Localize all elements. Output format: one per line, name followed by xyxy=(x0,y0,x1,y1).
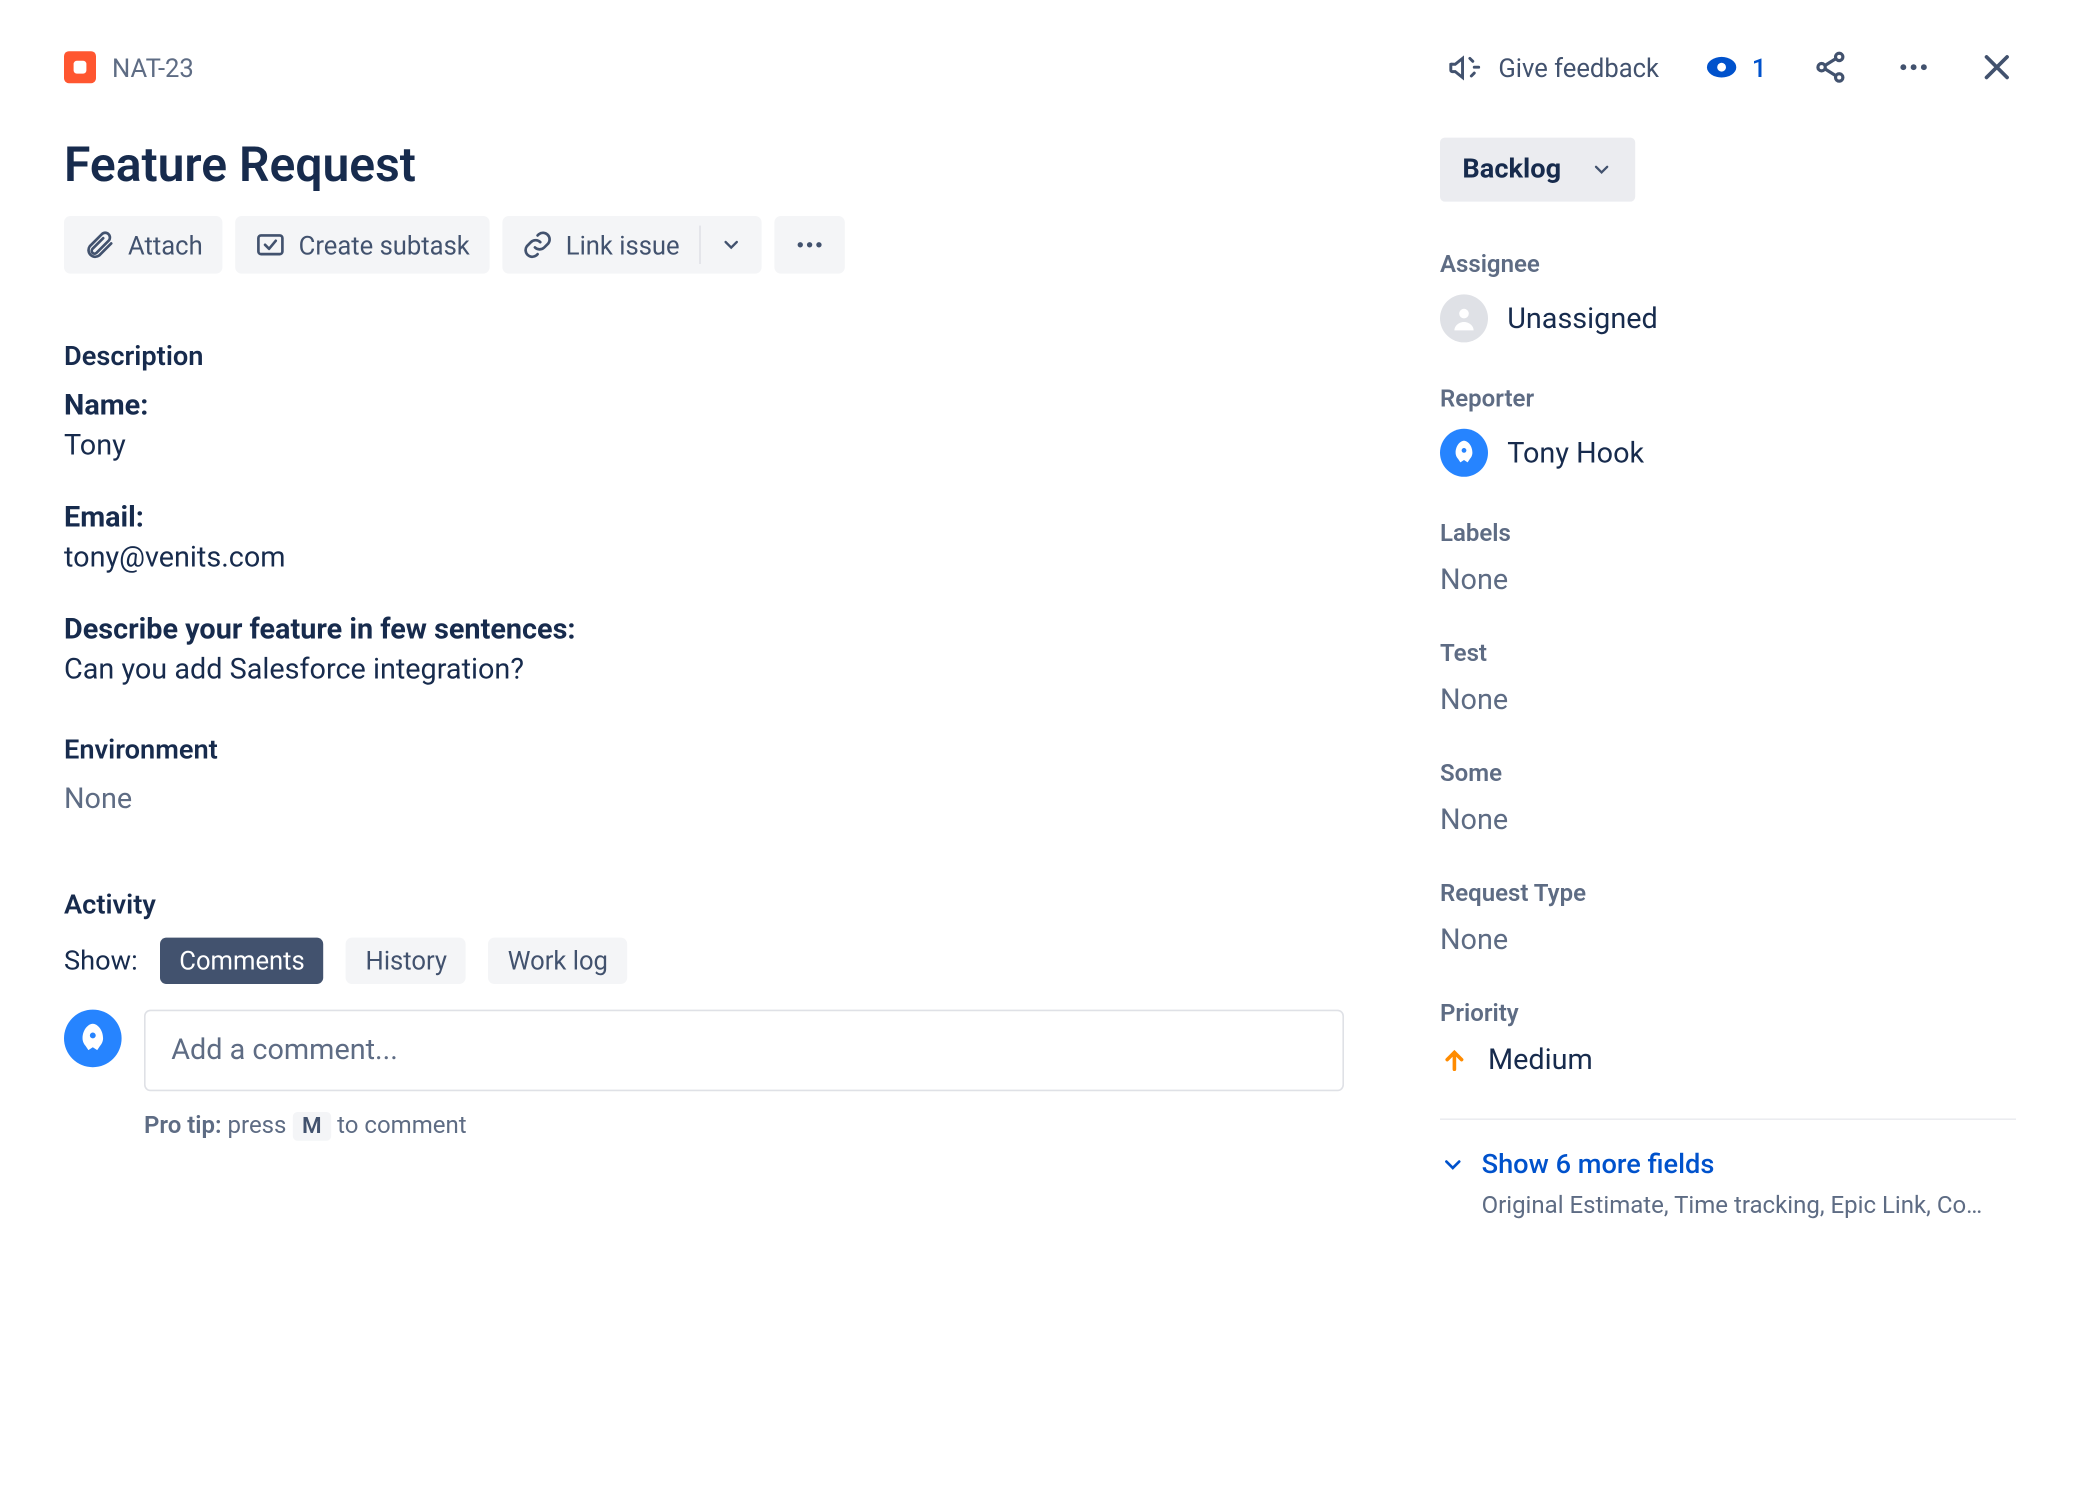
issue-type-icon xyxy=(64,51,96,83)
request-type-label: Request Type xyxy=(1440,878,2016,907)
dots-icon xyxy=(1896,50,1931,85)
reporter-avatar xyxy=(1440,429,1488,477)
labels-label: Labels xyxy=(1440,518,2016,547)
subtask-icon xyxy=(254,229,286,261)
some-value[interactable]: None xyxy=(1440,803,2016,837)
environment-value[interactable]: None xyxy=(64,782,1344,816)
more-actions-button[interactable] xyxy=(1894,48,1932,86)
feature-label: Describe your feature in few sentences: xyxy=(64,613,1344,647)
tab-worklog[interactable]: Work log xyxy=(489,938,628,984)
assignee-field[interactable]: Unassigned xyxy=(1440,294,2016,342)
test-value[interactable]: None xyxy=(1440,683,2016,717)
person-icon xyxy=(1450,304,1479,333)
create-subtask-label: Create subtask xyxy=(299,230,470,260)
chevron-down-icon xyxy=(1440,1152,1466,1178)
link-issue-button[interactable]: Link issue xyxy=(502,216,699,274)
share-button[interactable] xyxy=(1811,48,1849,86)
environment-heading: Environment xyxy=(64,734,1344,766)
more-fields-detail: Original Estimate, Time tracking, Epic L… xyxy=(1482,1190,2016,1219)
dots-icon xyxy=(793,229,825,261)
priority-value: Medium xyxy=(1488,1043,1593,1077)
unassigned-avatar xyxy=(1440,294,1488,342)
assignee-value: Unassigned xyxy=(1507,302,1658,336)
comment-input[interactable]: Add a comment... xyxy=(144,1010,1344,1092)
show-more-fields-label: Show 6 more fields xyxy=(1482,1149,1715,1181)
eye-icon xyxy=(1704,50,1739,85)
header-row: NAT-23 Give feedback 1 xyxy=(64,48,2016,86)
issue-title[interactable]: Feature Request xyxy=(64,138,1344,194)
some-label: Some xyxy=(1440,758,2016,787)
rocket-icon xyxy=(1450,438,1479,467)
email-label: Email: xyxy=(64,501,1344,535)
chevron-down-icon xyxy=(720,234,742,256)
give-feedback-label: Give feedback xyxy=(1498,52,1659,82)
link-issue-label: Link issue xyxy=(566,230,680,260)
labels-value[interactable]: None xyxy=(1440,563,2016,597)
link-icon xyxy=(521,229,553,261)
status-label: Backlog xyxy=(1462,154,1561,186)
name-label: Name: xyxy=(64,389,1344,423)
reporter-field[interactable]: Tony Hook xyxy=(1440,429,2016,477)
priority-label: Priority xyxy=(1440,998,2016,1027)
create-subtask-button[interactable]: Create subtask xyxy=(235,216,489,274)
toolbar: Attach Create subtask Link issue xyxy=(64,216,1344,274)
assignee-label: Assignee xyxy=(1440,250,2016,279)
rocket-icon xyxy=(75,1021,110,1056)
protip-suffix: to comment xyxy=(331,1110,466,1139)
test-label: Test xyxy=(1440,638,2016,667)
protip-press: press xyxy=(222,1110,293,1139)
close-icon xyxy=(1979,50,2014,85)
protip: Pro tip: press M to comment xyxy=(144,1110,1344,1139)
tab-comments[interactable]: Comments xyxy=(160,938,324,984)
share-icon xyxy=(1813,50,1848,85)
status-dropdown[interactable]: Backlog xyxy=(1440,138,1635,202)
chevron-down-icon xyxy=(1590,158,1612,180)
request-type-value[interactable]: None xyxy=(1440,923,2016,957)
attach-button[interactable]: Attach xyxy=(64,216,222,274)
name-value[interactable]: Tony xyxy=(64,429,1344,463)
megaphone-icon xyxy=(1447,50,1482,85)
priority-field[interactable]: Medium xyxy=(1440,1043,2016,1077)
protip-prefix: Pro tip: xyxy=(144,1110,222,1139)
toolbar-more-button[interactable] xyxy=(774,216,844,274)
priority-medium-icon xyxy=(1440,1046,1469,1075)
tab-history[interactable]: History xyxy=(346,938,466,984)
close-button[interactable] xyxy=(1978,48,2016,86)
show-more-fields-button[interactable]: Show 6 more fields xyxy=(1440,1149,2016,1181)
activity-heading: Activity xyxy=(64,890,1344,922)
current-user-avatar xyxy=(64,1010,122,1068)
attach-label: Attach xyxy=(128,230,203,260)
reporter-value: Tony Hook xyxy=(1507,436,1644,470)
email-value[interactable]: tony@venits.com xyxy=(64,541,1344,575)
description-heading: Description xyxy=(64,341,1344,373)
give-feedback-button[interactable]: Give feedback xyxy=(1447,50,1659,85)
issue-key[interactable]: NAT-23 xyxy=(112,52,194,82)
link-issue-dropdown-button[interactable] xyxy=(700,221,761,269)
protip-key: M xyxy=(292,1112,331,1141)
reporter-label: Reporter xyxy=(1440,384,2016,413)
watch-button[interactable]: 1 xyxy=(1704,50,1767,85)
show-label: Show: xyxy=(64,945,138,977)
watch-count: 1 xyxy=(1752,52,1767,82)
feature-value[interactable]: Can you add Salesforce integration? xyxy=(64,653,1344,687)
attachment-icon xyxy=(83,229,115,261)
